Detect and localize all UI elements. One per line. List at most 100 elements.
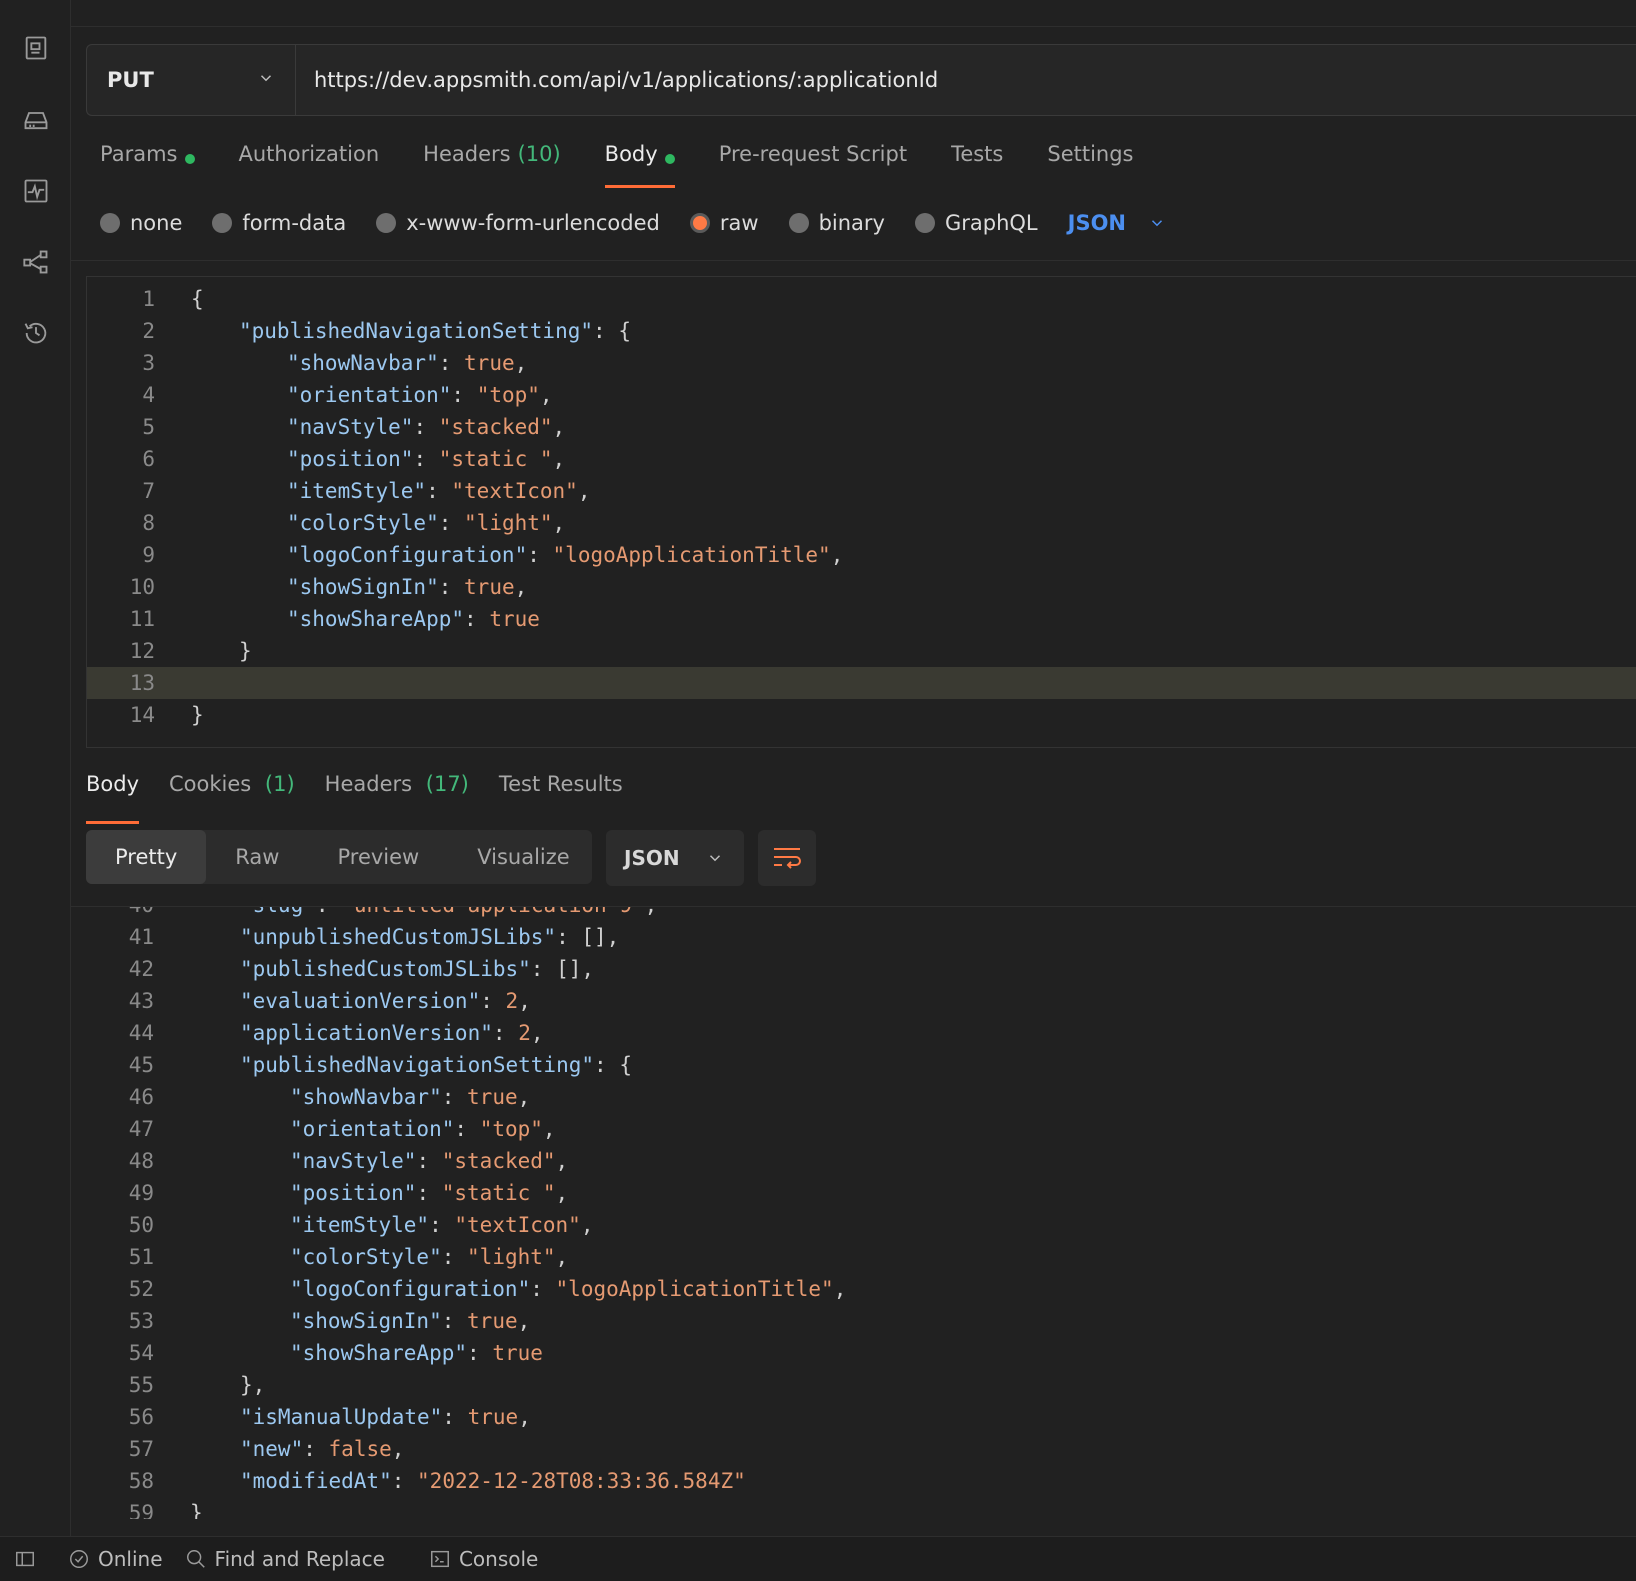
- line-number: 50: [128, 1213, 154, 1237]
- resp-tab-test-results[interactable]: Test Results: [499, 768, 623, 816]
- line-number: 45: [128, 1053, 154, 1077]
- view-raw-button[interactable]: Raw: [206, 830, 308, 884]
- online-status[interactable]: Online: [68, 1547, 163, 1571]
- line-number: 49: [128, 1181, 154, 1205]
- resp-tab-headers[interactable]: Headers (17): [325, 768, 469, 816]
- radio-form-data-label: form-data: [242, 211, 347, 235]
- radio-none-label: none: [130, 211, 183, 235]
- tab-params[interactable]: Params: [100, 138, 195, 186]
- code-line: 57 "new": false,: [86, 1433, 1636, 1465]
- response-format-label: JSON: [624, 846, 680, 870]
- line-number: 10: [129, 575, 155, 599]
- request-body-editor[interactable]: 1{2 "publishedNavigationSetting": {3 "show…: [86, 276, 1636, 748]
- radio-graphql[interactable]: GraphQL: [914, 211, 1038, 235]
- response-body-viewer[interactable]: 40 "slug": "untitled-application-9", 41 "un…: [86, 907, 1636, 1519]
- line-number: 52: [128, 1277, 154, 1301]
- code-line: 51 "colorStyle": "light",: [86, 1241, 1636, 1273]
- code-line: 47 "orientation": "top",: [86, 1113, 1636, 1145]
- code-line: 6 "position": "static ",: [87, 443, 1636, 475]
- code-text: "showSignIn": true,: [287, 575, 528, 599]
- monitors-icon[interactable]: [20, 175, 52, 207]
- response-view-toggle: Pretty Raw Preview Visualize: [86, 830, 592, 884]
- code-text: "evaluationVersion": 2,: [240, 989, 531, 1013]
- tab-settings[interactable]: Settings: [1047, 138, 1133, 186]
- radio-raw[interactable]: raw: [689, 211, 759, 235]
- tab-authorization[interactable]: Authorization: [239, 138, 380, 186]
- method-select[interactable]: PUT: [87, 45, 296, 115]
- tab-prerequest-label: Pre-request Script: [718, 142, 908, 166]
- line-number: 47: [128, 1117, 154, 1141]
- code-line: 46 "showNavbar": true,: [86, 1081, 1636, 1113]
- tab-prerequest-script[interactable]: Pre-request Script: [719, 138, 907, 186]
- body-indicator-dot: [664, 154, 675, 164]
- code-text: "position": "static ",: [290, 1181, 569, 1205]
- code-text: "navStyle": "stacked",: [287, 415, 566, 439]
- view-preview-button[interactable]: Preview: [308, 830, 448, 884]
- code-line: 43 "evaluationVersion": 2,: [86, 985, 1636, 1017]
- code-text: },: [240, 1373, 266, 1397]
- code-text: "itemStyle": "textIcon",: [287, 479, 591, 503]
- code-text: }: [190, 1501, 203, 1519]
- chevron-down-icon: [709, 855, 720, 862]
- resp-tab-cookies-label: Cookies: [169, 772, 252, 796]
- console-button[interactable]: Console: [429, 1547, 538, 1571]
- resp-tab-cookies[interactable]: Cookies (1): [169, 768, 295, 816]
- code-line: 45 "publishedNavigationSetting": {: [86, 1049, 1636, 1081]
- code-text: "orientation": "top",: [287, 383, 553, 407]
- response-tabs: Body Cookies (1) Headers (17) Test Resul…: [86, 768, 653, 824]
- radio-urlencoded[interactable]: x-www-form-urlencoded: [376, 211, 660, 235]
- resp-tab-body[interactable]: Body: [86, 768, 140, 824]
- response-format-select[interactable]: JSON: [606, 830, 744, 886]
- params-indicator-dot: [184, 154, 195, 164]
- tab-tests[interactable]: Tests: [951, 138, 1003, 186]
- code-text: "itemStyle": "textIcon",: [290, 1213, 594, 1237]
- code-text: "modifiedAt": "2022-12-28T08:33:36.584Z": [240, 1469, 746, 1493]
- method-label: PUT: [107, 68, 154, 92]
- radio-none[interactable]: none: [100, 211, 182, 235]
- line-number: 8: [142, 511, 155, 535]
- line-number: 6: [142, 447, 155, 471]
- radio-binary[interactable]: binary: [788, 211, 885, 235]
- history-icon[interactable]: [20, 317, 52, 349]
- environments-icon[interactable]: [20, 104, 52, 136]
- code-text: "publishedCustomJSLibs": [],: [240, 957, 595, 981]
- toggle-sidebar-button[interactable]: [14, 1548, 44, 1570]
- code-line: 1{: [87, 283, 1636, 315]
- code-text: "navStyle": "stacked",: [290, 1149, 569, 1173]
- code-text: }: [239, 639, 252, 663]
- line-number: 46: [128, 1085, 154, 1109]
- code-text: "position": "static ",: [287, 447, 566, 471]
- code-line: 2 "publishedNavigationSetting": {: [87, 315, 1636, 347]
- wrap-lines-button[interactable]: [758, 830, 816, 886]
- radio-raw-label: raw: [719, 211, 759, 235]
- body-format-select[interactable]: JSON: [1068, 211, 1166, 235]
- code-line: 58 "modifiedAt": "2022-12-28T08:33:36.584…: [86, 1465, 1636, 1497]
- flows-icon[interactable]: [20, 246, 52, 278]
- view-visualize-button[interactable]: Visualize: [448, 830, 598, 884]
- resp-tab-body-label: Body: [86, 772, 140, 796]
- code-line: 48 "navStyle": "stacked",: [86, 1145, 1636, 1177]
- radio-circle: [914, 213, 935, 233]
- url-input[interactable]: https://dev.appsmith.com/api/v1/applicat…: [296, 45, 938, 115]
- tab-body[interactable]: Body: [604, 138, 675, 188]
- code-line: 7 "itemStyle": "textIcon",: [87, 475, 1636, 507]
- find-replace-button[interactable]: Find and Replace: [185, 1547, 385, 1571]
- tab-headers[interactable]: Headers (10): [423, 138, 561, 186]
- line-number: 7: [142, 479, 155, 503]
- code-text: "showShareApp": true: [290, 1341, 543, 1365]
- code-text: "isManualUpdate": true,: [240, 1405, 531, 1429]
- code-text: "orientation": "top",: [290, 1117, 556, 1141]
- tab-params-label: Params: [100, 142, 178, 166]
- line-number: 55: [128, 1373, 154, 1397]
- left-sidebar: [0, 0, 71, 1536]
- line-number: 59: [128, 1501, 154, 1519]
- collections-icon[interactable]: [20, 32, 52, 64]
- code-line: 50 "itemStyle": "textIcon",: [86, 1209, 1636, 1241]
- view-pretty-button[interactable]: Pretty: [86, 830, 207, 884]
- line-number: 9: [142, 543, 155, 567]
- tab-body-label: Body: [604, 142, 658, 166]
- radio-form-data[interactable]: form-data: [212, 211, 346, 235]
- line-number: 11: [129, 607, 155, 631]
- code-line: 56 "isManualUpdate": true,: [86, 1401, 1636, 1433]
- line-number: 40: [86, 907, 154, 921]
